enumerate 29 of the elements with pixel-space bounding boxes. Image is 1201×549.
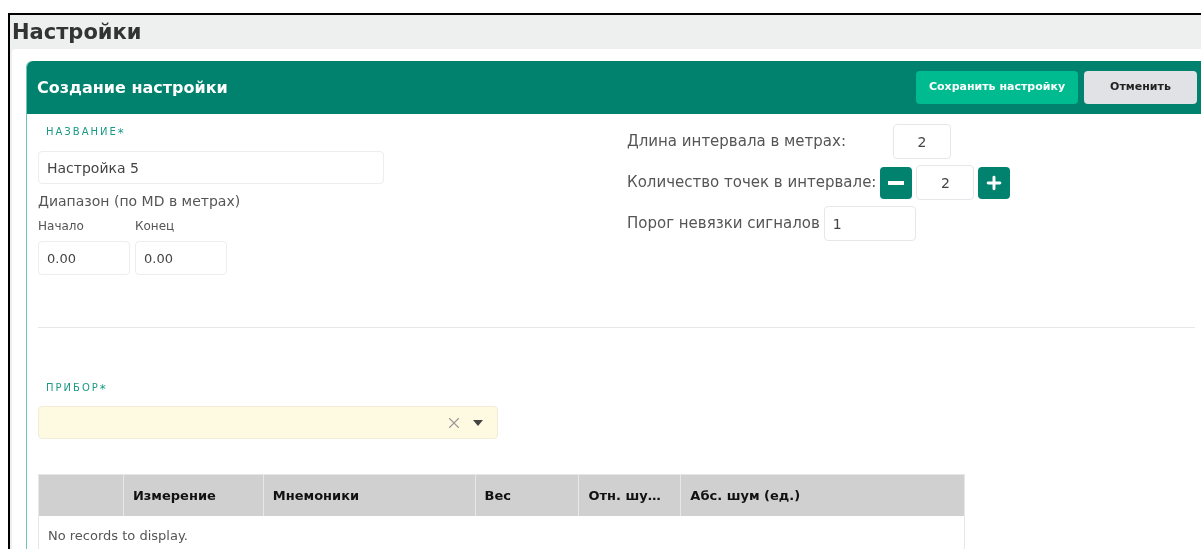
field-label: Начало (38, 218, 85, 235)
name-field[interactable]: Настройка 5 (38, 151, 384, 184)
panel-title: Создание настройки (37, 76, 228, 99)
field-label: НАЗВАНИЕ (46, 126, 118, 137)
param-label: Длина интервала в метрах: (627, 131, 847, 153)
range-title: Диапазон (по MD в метрах) (38, 192, 242, 211)
param-label: Порог невязки сигналов (627, 213, 820, 235)
column-header: Абс. шум (ед.) (680, 475, 964, 516)
number-field[interactable]: 2 (893, 124, 951, 159)
number-field[interactable]: 0.00 (135, 241, 227, 275)
increment-button[interactable] (978, 166, 1011, 199)
column-header: Мнемоники (262, 475, 475, 516)
caret-icon (473, 419, 483, 426)
field-label: ПРИБОР (46, 382, 100, 393)
number-field[interactable]: 2 (916, 165, 975, 200)
field-label: Конец (135, 218, 176, 235)
required-mark: * (117, 126, 126, 140)
column-header: Отн. шу… (578, 475, 681, 516)
number-field[interactable]: 1 (823, 206, 916, 241)
required-mark: * (99, 382, 108, 396)
column-header: Измерение (122, 475, 263, 516)
column-header: Вес (474, 475, 579, 516)
decrement-button[interactable] (880, 166, 913, 199)
page-title: Настройки (11, 19, 142, 46)
cancel-button[interactable]: Отменить (1084, 71, 1197, 104)
minus-icon (888, 180, 905, 185)
number-field[interactable]: 0.00 (38, 241, 130, 275)
empty-message: No records to display. (48, 527, 188, 546)
param-label: Количество точек в интервале: (627, 172, 877, 194)
